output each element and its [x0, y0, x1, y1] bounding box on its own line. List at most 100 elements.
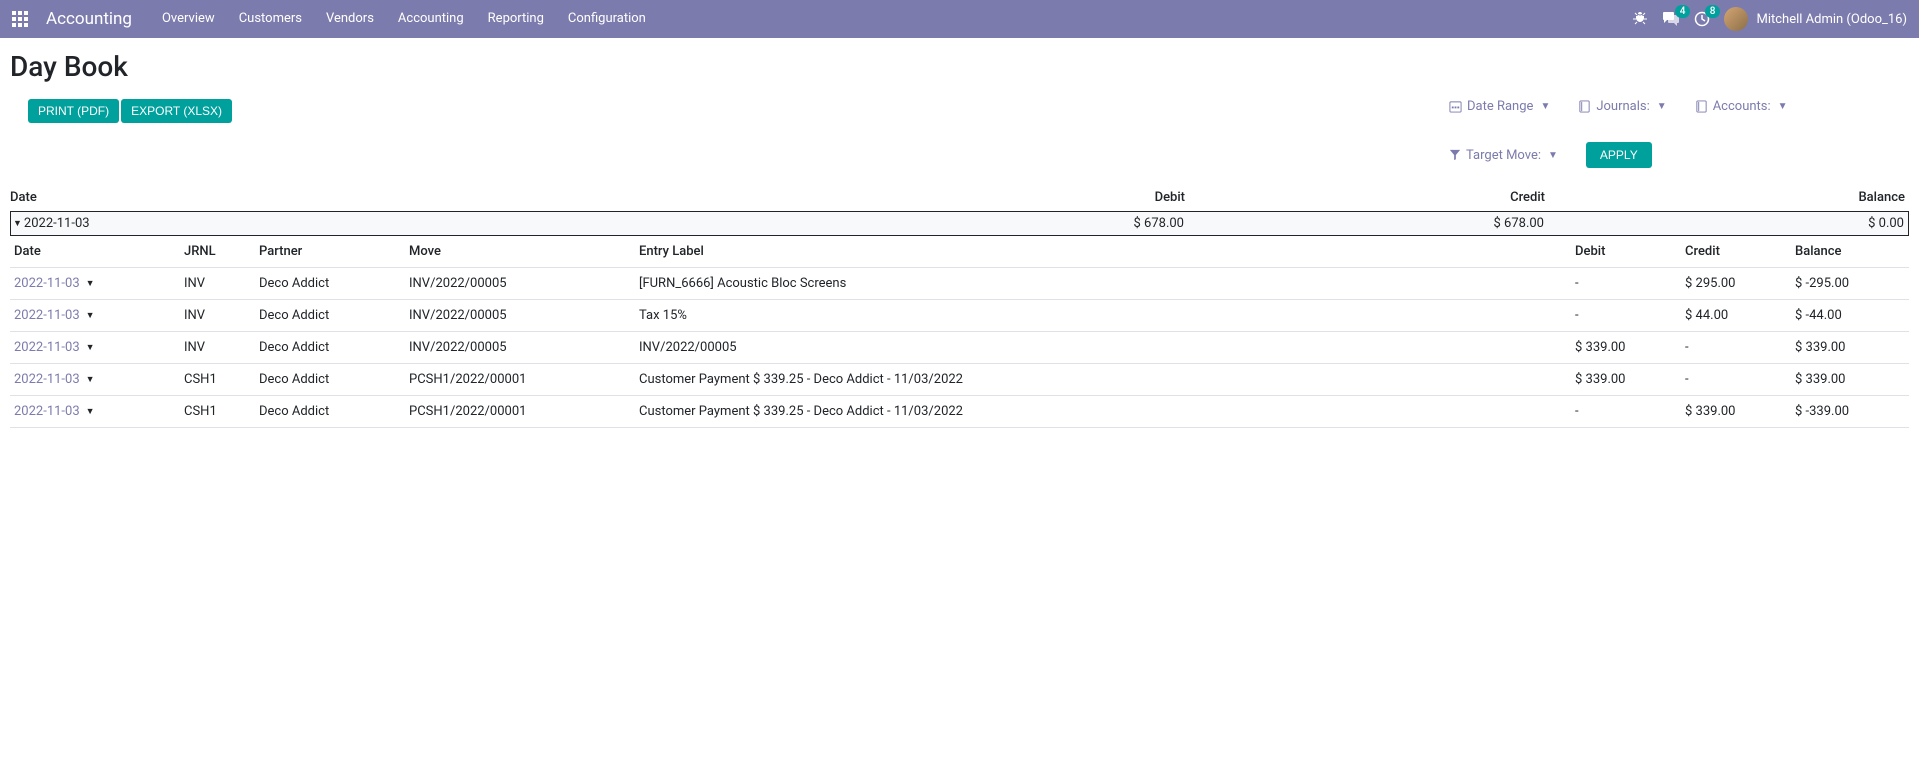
- caret-down-icon: ▼: [1778, 101, 1788, 112]
- row-move: INV/2022/00005: [409, 340, 639, 355]
- book-icon: [1695, 100, 1708, 113]
- caret-down-icon: ▼: [86, 278, 95, 289]
- row-move: PCSH1/2022/00001: [409, 404, 639, 419]
- row-debit: -: [1575, 404, 1685, 419]
- col-header-balance: Balance: [1795, 244, 1905, 259]
- row-move: PCSH1/2022/00001: [409, 372, 639, 387]
- row-partner: Deco Addict: [259, 340, 409, 355]
- col-header-credit: Credit: [1189, 190, 1549, 205]
- caret-down-icon: ▼: [1540, 101, 1550, 112]
- table-row: 2022-11-03 ▼ CSH1Deco AddictPCSH1/2022/00…: [10, 396, 1909, 428]
- row-credit: $ 44.00: [1685, 308, 1795, 323]
- row-jrnl: INV: [184, 276, 259, 291]
- nav-configuration[interactable]: Configuration: [556, 0, 658, 38]
- navbar-left: Accounting Overview Customers Vendors Ac…: [12, 0, 658, 38]
- app-brand[interactable]: Accounting: [46, 9, 132, 29]
- filter-accounts[interactable]: Accounts: ▼: [1695, 99, 1788, 114]
- page-title: Day Book: [10, 38, 1909, 99]
- table-row: 2022-11-03 ▼ INVDeco AddictINV/2022/00005…: [10, 268, 1909, 300]
- row-date-link[interactable]: 2022-11-03 ▼: [14, 404, 95, 419]
- apply-button[interactable]: APPLY: [1586, 142, 1652, 168]
- avatar: [1724, 7, 1748, 31]
- caret-down-icon: ▼: [86, 374, 95, 385]
- row-partner: Deco Addict: [259, 276, 409, 291]
- user-menu[interactable]: Mitchell Admin (Odoo_16): [1724, 7, 1907, 31]
- row-entry-label: INV/2022/00005: [639, 340, 1575, 355]
- summary-debit: $ 678.00: [828, 216, 1188, 231]
- apps-icon[interactable]: [12, 11, 28, 27]
- row-move: INV/2022/00005: [409, 308, 639, 323]
- filter-target-move[interactable]: Target Move: ▼: [1449, 148, 1558, 163]
- row-entry-label: Customer Payment $ 339.25 - Deco Addict …: [639, 372, 1575, 387]
- row-credit: $ 339.00: [1685, 404, 1795, 419]
- print-pdf-button[interactable]: PRINT (PDF): [28, 99, 119, 123]
- row-entry-label: [FURN_6666] Acoustic Bloc Screens: [639, 276, 1575, 291]
- calendar-icon: [1449, 100, 1462, 113]
- nav-links: Overview Customers Vendors Accounting Re…: [150, 0, 658, 38]
- export-buttons: PRINT (PDF) EXPORT (XLSX): [10, 99, 232, 123]
- row-balance: $ -339.00: [1795, 404, 1905, 419]
- activities-badge: 8: [1705, 5, 1721, 18]
- export-xlsx-button[interactable]: EXPORT (XLSX): [121, 99, 232, 123]
- row-credit: $ 295.00: [1685, 276, 1795, 291]
- caret-down-icon: ▼: [13, 218, 22, 229]
- row-debit: -: [1575, 308, 1685, 323]
- row-date-link[interactable]: 2022-11-03 ▼: [14, 308, 95, 323]
- filter-date-range[interactable]: Date Range ▼: [1449, 99, 1550, 114]
- row-jrnl: CSH1: [184, 404, 259, 419]
- row-balance: $ 339.00: [1795, 340, 1905, 355]
- row-date-link[interactable]: 2022-11-03 ▼: [14, 276, 95, 291]
- row-credit: -: [1685, 340, 1795, 355]
- col-header-jrnl: JRNL: [184, 244, 259, 259]
- row-entry-label: Customer Payment $ 339.25 - Deco Addict …: [639, 404, 1575, 419]
- row-balance: $ 339.00: [1795, 372, 1905, 387]
- row-jrnl: INV: [184, 340, 259, 355]
- top-navbar: Accounting Overview Customers Vendors Ac…: [0, 0, 1919, 38]
- controls-row: PRINT (PDF) EXPORT (XLSX) Date Range ▼ J…: [10, 99, 1909, 184]
- row-entry-label: Tax 15%: [639, 308, 1575, 323]
- page-content: Day Book PRINT (PDF) EXPORT (XLSX) Date …: [0, 38, 1919, 428]
- summary-balance: $ 0.00: [1548, 216, 1908, 231]
- row-jrnl: INV: [184, 308, 259, 323]
- messages-icon[interactable]: 4: [1662, 11, 1680, 27]
- summary-data-row[interactable]: ▼ 2022-11-03 $ 678.00 $ 678.00 $ 0.00: [10, 212, 1909, 236]
- row-balance: $ -295.00: [1795, 276, 1905, 291]
- detail-header-row: Date JRNL Partner Move Entry Label Debit…: [10, 236, 1909, 268]
- summary-credit: $ 678.00: [1188, 216, 1548, 231]
- row-debit: $ 339.00: [1575, 372, 1685, 387]
- col-header-credit: Credit: [1685, 244, 1795, 259]
- row-partner: Deco Addict: [259, 404, 409, 419]
- summary-header-row: Date Debit Credit Balance: [10, 184, 1909, 212]
- row-move: INV/2022/00005: [409, 276, 639, 291]
- table-row: 2022-11-03 ▼ CSH1Deco AddictPCSH1/2022/00…: [10, 364, 1909, 396]
- col-header-entry-label: Entry Label: [639, 244, 1575, 259]
- col-header-date: Date: [14, 244, 184, 259]
- col-header-debit: Debit: [1575, 244, 1685, 259]
- navbar-right: 4 8 Mitchell Admin (Odoo_16): [1632, 7, 1907, 31]
- nav-customers[interactable]: Customers: [227, 0, 314, 38]
- caret-down-icon: ▼: [86, 406, 95, 417]
- nav-overview[interactable]: Overview: [150, 0, 227, 38]
- col-header-date: Date: [10, 190, 829, 205]
- filters: Date Range ▼ Journals: ▼ Accounts: ▼: [1449, 99, 1909, 168]
- row-date-link[interactable]: 2022-11-03 ▼: [14, 372, 95, 387]
- table-row: 2022-11-03 ▼INVDeco AddictINV/2022/00005…: [10, 332, 1909, 364]
- row-jrnl: CSH1: [184, 372, 259, 387]
- summary-date: 2022-11-03: [24, 216, 90, 231]
- row-debit: -: [1575, 276, 1685, 291]
- row-balance: $ -44.00: [1795, 308, 1905, 323]
- row-partner: Deco Addict: [259, 372, 409, 387]
- col-header-move: Move: [409, 244, 639, 259]
- filter-journals[interactable]: Journals: ▼: [1578, 99, 1666, 114]
- row-credit: -: [1685, 372, 1795, 387]
- nav-reporting[interactable]: Reporting: [476, 0, 556, 38]
- row-date-link[interactable]: 2022-11-03 ▼: [14, 340, 95, 355]
- bug-icon[interactable]: [1632, 11, 1648, 27]
- row-debit: $ 339.00: [1575, 340, 1685, 355]
- clock-icon[interactable]: 8: [1694, 11, 1710, 27]
- nav-accounting[interactable]: Accounting: [386, 0, 476, 38]
- caret-down-icon: ▼: [86, 310, 95, 321]
- table-row: 2022-11-03 ▼ INVDeco AddictINV/2022/00005…: [10, 300, 1909, 332]
- row-partner: Deco Addict: [259, 308, 409, 323]
- nav-vendors[interactable]: Vendors: [314, 0, 386, 38]
